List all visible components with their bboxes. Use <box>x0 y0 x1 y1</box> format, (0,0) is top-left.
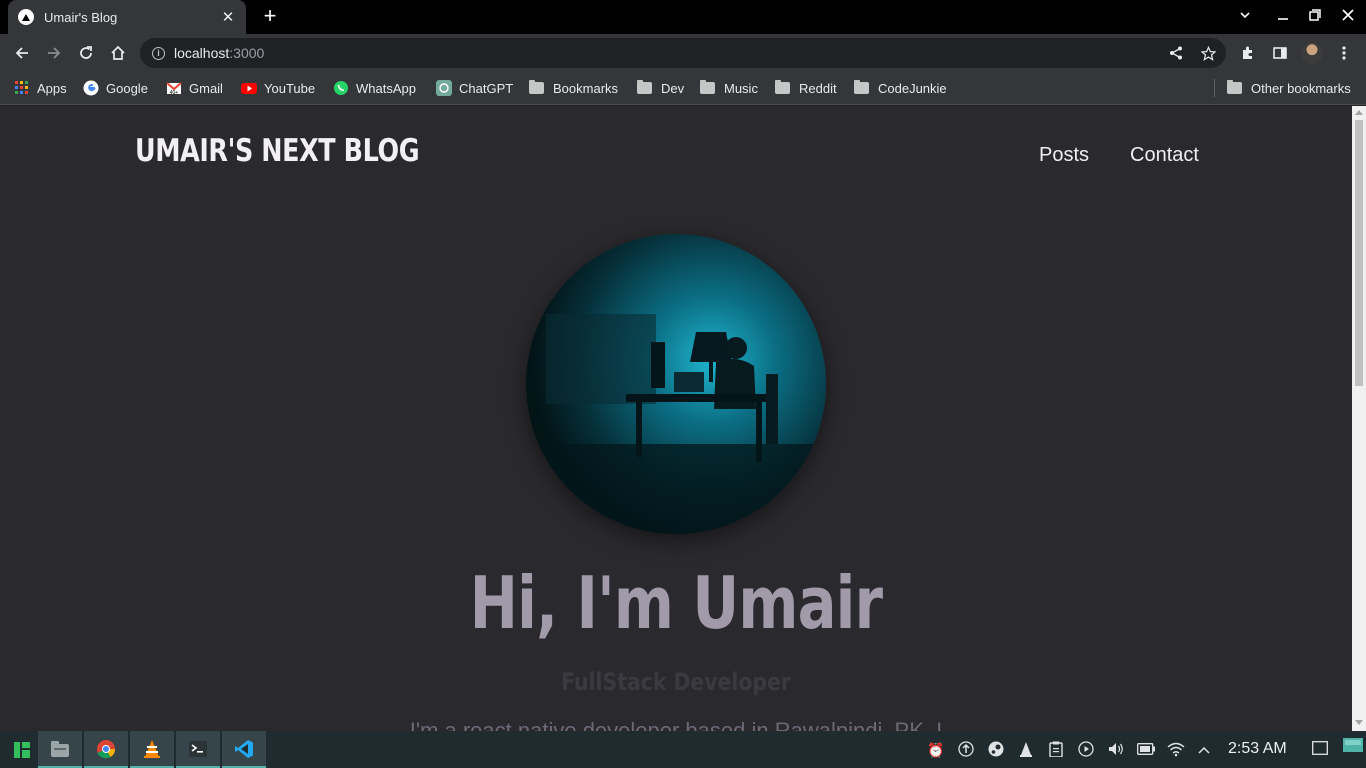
os-taskbar: ⏰ 2:53 AM <box>0 731 1366 768</box>
folder-icon <box>529 80 544 94</box>
restore-button[interactable] <box>1305 6 1325 26</box>
bookmark-folder-music[interactable]: Music <box>700 79 758 97</box>
bookmark-label: Gmail <box>189 80 223 96</box>
hero-role: FullStack Developer <box>561 668 791 696</box>
home-button[interactable] <box>106 41 130 65</box>
share-icon[interactable] <box>1164 41 1188 65</box>
bookmarks-bar: Apps Google 40+ Gmail YouTube WhatsApp C… <box>0 71 1366 105</box>
clipboard-icon[interactable] <box>1047 741 1065 759</box>
tray-expand-chevron-icon[interactable] <box>1195 741 1213 759</box>
volume-icon[interactable] <box>1107 741 1125 759</box>
folder-icon <box>1227 80 1242 94</box>
folder-icon <box>854 80 869 94</box>
other-bookmarks[interactable]: Other bookmarks <box>1227 79 1351 97</box>
bookmark-label: Google <box>106 80 148 96</box>
bookmark-label: ChatGPT <box>459 80 514 96</box>
update-icon[interactable] <box>957 741 975 759</box>
workspace-pager-icon[interactable] <box>1343 738 1363 756</box>
chatgpt-icon <box>436 80 452 96</box>
nav-posts-link[interactable]: Posts <box>1039 144 1089 167</box>
page-scrollbar[interactable] <box>1352 106 1366 731</box>
menu-dots-icon[interactable] <box>1332 41 1356 65</box>
steam-icon[interactable] <box>987 741 1005 759</box>
bookmark-gmail[interactable]: 40+ Gmail <box>166 79 223 97</box>
nav-contact-link[interactable]: Contact <box>1130 144 1199 167</box>
tab-strip: Umair's Blog ✕ + <box>0 0 1366 34</box>
bookmark-chatgpt[interactable]: ChatGPT <box>436 79 513 97</box>
bookmark-label: Reddit <box>799 80 837 96</box>
back-button[interactable] <box>10 41 34 65</box>
scroll-down-arrow-icon[interactable] <box>1355 720 1363 725</box>
profile-avatar[interactable] <box>1301 42 1323 64</box>
hero-profile-image <box>526 234 826 534</box>
bookmark-youtube[interactable]: YouTube <box>241 79 315 97</box>
chrome-icon[interactable] <box>84 731 128 768</box>
close-tab-icon[interactable]: ✕ <box>220 8 236 26</box>
reload-button[interactable] <box>74 41 98 65</box>
url-port: :3000 <box>229 45 265 61</box>
hero-heading: Hi, I'm Umair <box>469 561 883 645</box>
page-viewport: UMAIR'S NEXT BLOG Posts Contact Hi, I'm … <box>0 106 1352 731</box>
folder-icon <box>775 80 790 94</box>
apps-grid-icon <box>15 81 28 94</box>
bookmark-star-icon[interactable] <box>1196 41 1220 65</box>
media-play-icon[interactable] <box>1077 741 1095 759</box>
bookmarks-divider <box>1214 79 1215 97</box>
tab-title: Umair's Blog <box>44 9 118 25</box>
hero-bio: I'm a react native developer based in Ra… <box>409 718 943 731</box>
other-bookmarks-label: Other bookmarks <box>1251 80 1351 96</box>
new-tab-button[interactable]: + <box>258 5 282 28</box>
browser-tab[interactable]: Umair's Blog ✕ <box>8 0 246 34</box>
taskbar-clock[interactable]: 2:53 AM <box>1228 740 1287 758</box>
bookmark-label: Dev <box>661 80 685 96</box>
tab-search-icon[interactable] <box>1235 6 1255 26</box>
battery-icon[interactable] <box>1137 741 1155 759</box>
folder-icon <box>700 80 715 94</box>
terminal-icon[interactable] <box>176 731 220 768</box>
whatsapp-icon <box>334 81 348 95</box>
file-manager-icon[interactable] <box>38 731 82 768</box>
scroll-up-arrow-icon[interactable] <box>1355 110 1363 115</box>
folder-icon <box>637 80 652 94</box>
bookmark-whatsapp[interactable]: WhatsApp <box>333 79 416 97</box>
gmail-icon: 40+ <box>166 82 182 96</box>
show-desktop-icon[interactable] <box>1311 741 1329 759</box>
vlc-tray-icon[interactable] <box>1017 741 1035 759</box>
bookmark-label: YouTube <box>264 80 316 96</box>
site-favicon-icon <box>18 9 34 25</box>
bookmark-folder-codejunkie[interactable]: CodeJunkie <box>854 79 947 97</box>
bookmark-label: WhatsApp <box>356 80 416 96</box>
bookmark-apps[interactable]: Apps <box>14 79 67 97</box>
scrollbar-thumb[interactable] <box>1355 120 1363 386</box>
extensions-icon[interactable] <box>1236 41 1260 65</box>
browser-toolbar: i localhost:3000 <box>0 34 1366 71</box>
close-window-button[interactable] <box>1338 6 1358 26</box>
vlc-icon[interactable] <box>130 731 174 768</box>
side-panel-icon[interactable] <box>1268 41 1292 65</box>
bookmark-label: Music <box>724 80 758 96</box>
svg-text:40+: 40+ <box>170 90 179 96</box>
forward-button[interactable] <box>42 41 66 65</box>
bookmark-folder-reddit[interactable]: Reddit <box>775 79 837 97</box>
site-title[interactable]: UMAIR'S NEXT BLOG <box>135 133 420 169</box>
bookmark-label: CodeJunkie <box>878 80 947 96</box>
alarm-clock-icon[interactable]: ⏰ <box>927 741 945 759</box>
bookmark-label: Bookmarks <box>553 80 619 96</box>
wifi-icon[interactable] <box>1167 741 1185 759</box>
bookmark-folder-dev[interactable]: Dev <box>637 79 684 97</box>
vscode-icon[interactable] <box>222 731 266 768</box>
url-host: localhost <box>174 45 230 61</box>
site-info-icon[interactable]: i <box>152 46 165 60</box>
bookmark-label: Apps <box>37 80 67 96</box>
bookmark-folder-bookmarks[interactable]: Bookmarks <box>529 79 618 97</box>
address-bar[interactable]: i localhost:3000 <box>140 38 1226 68</box>
youtube-icon <box>241 83 257 94</box>
minimize-button[interactable] <box>1273 6 1293 26</box>
google-icon <box>83 80 99 96</box>
bookmark-google[interactable]: Google <box>83 79 148 97</box>
